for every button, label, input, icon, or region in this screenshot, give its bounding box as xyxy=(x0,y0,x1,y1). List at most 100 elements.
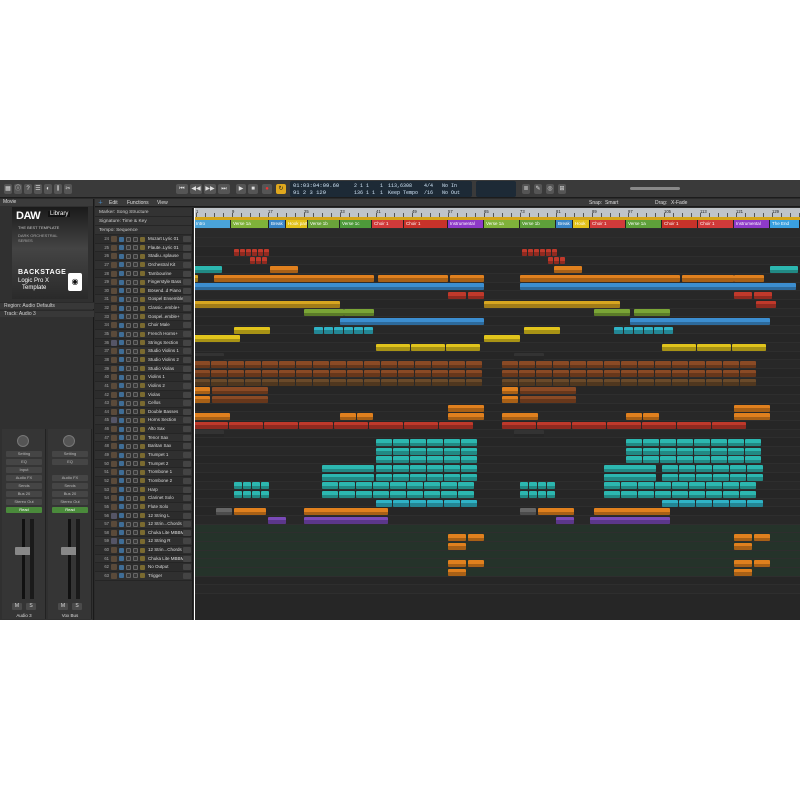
mute-button[interactable] xyxy=(126,271,131,277)
region[interactable] xyxy=(334,326,343,334)
mute-button[interactable] xyxy=(126,452,131,458)
functions-menu[interactable]: Functions xyxy=(127,199,149,207)
region[interactable] xyxy=(296,378,312,386)
volume-knob[interactable] xyxy=(183,305,191,312)
region[interactable] xyxy=(261,491,269,498)
region[interactable] xyxy=(258,248,263,256)
input-monitor-icon[interactable] xyxy=(140,305,145,311)
region[interactable] xyxy=(654,326,663,334)
solo-button[interactable] xyxy=(133,452,138,458)
input-monitor-icon[interactable] xyxy=(140,478,145,484)
region[interactable] xyxy=(689,482,705,490)
region[interactable] xyxy=(626,413,642,421)
marker[interactable]: Hook part xyxy=(286,220,308,228)
region[interactable] xyxy=(747,473,763,481)
solo-button[interactable] xyxy=(133,547,138,553)
region[interactable] xyxy=(441,491,457,498)
region[interactable] xyxy=(444,499,460,507)
mute-button[interactable] xyxy=(126,478,131,484)
region[interactable] xyxy=(393,473,409,481)
region[interactable] xyxy=(621,378,637,386)
mute-button[interactable] xyxy=(126,573,131,579)
solo-button[interactable] xyxy=(133,253,138,259)
region[interactable] xyxy=(502,413,538,421)
input-monitor-icon[interactable] xyxy=(140,271,145,277)
region[interactable] xyxy=(536,378,552,386)
region[interactable] xyxy=(449,369,465,377)
region[interactable] xyxy=(644,326,653,334)
region[interactable] xyxy=(630,318,770,325)
solo-button[interactable] xyxy=(133,288,138,294)
volume-knob[interactable] xyxy=(183,331,191,338)
region[interactable] xyxy=(554,257,559,265)
region[interactable] xyxy=(520,508,536,516)
region[interactable] xyxy=(655,369,671,377)
region[interactable] xyxy=(672,482,688,490)
mute-button[interactable] xyxy=(126,383,131,389)
region[interactable] xyxy=(444,473,460,481)
record-enable-icon[interactable] xyxy=(119,513,124,518)
region[interactable] xyxy=(638,491,654,498)
automation-read[interactable]: Read xyxy=(6,507,42,513)
marker[interactable]: Break xyxy=(269,220,286,228)
region[interactable] xyxy=(604,378,620,386)
input-monitor-icon[interactable] xyxy=(140,374,145,380)
region[interactable] xyxy=(538,508,574,516)
solo-button[interactable] xyxy=(133,530,138,536)
region[interactable] xyxy=(514,430,544,438)
track-header[interactable]: 41 Violins 2 xyxy=(95,381,192,391)
region[interactable] xyxy=(520,482,528,490)
solo-button[interactable] xyxy=(133,461,138,467)
region[interactable] xyxy=(378,274,448,282)
region[interactable] xyxy=(730,499,746,507)
region[interactable] xyxy=(194,413,230,421)
record-enable-icon[interactable] xyxy=(119,521,124,527)
region[interactable] xyxy=(732,343,766,351)
region[interactable] xyxy=(689,491,705,498)
region[interactable] xyxy=(662,499,678,507)
record-enable-icon[interactable] xyxy=(119,452,124,458)
mute-button[interactable] xyxy=(126,236,131,242)
region[interactable] xyxy=(245,369,261,377)
region[interactable] xyxy=(450,274,484,282)
region[interactable] xyxy=(369,421,403,429)
mute-button[interactable] xyxy=(126,357,131,363)
mute-button[interactable] xyxy=(126,374,131,380)
region[interactable] xyxy=(194,266,222,274)
region[interactable] xyxy=(330,369,346,377)
go-to-end-icon[interactable]: ⏭ xyxy=(218,184,230,194)
region[interactable] xyxy=(712,421,746,429)
region[interactable] xyxy=(448,413,484,421)
mute-button[interactable] xyxy=(126,435,131,441)
region[interactable] xyxy=(279,369,295,377)
track-header[interactable]: 29 Fingerstyle Bass xyxy=(95,278,192,287)
track-header[interactable]: 45 Horns Section xyxy=(95,416,192,426)
volume-knob[interactable] xyxy=(183,322,191,329)
marker[interactable]: Choir 1 xyxy=(372,220,404,228)
mute-button[interactable] xyxy=(126,331,131,337)
region[interactable] xyxy=(334,421,368,429)
region[interactable] xyxy=(448,534,466,542)
track-header[interactable]: 43 Cellos xyxy=(95,399,192,408)
gain-knob[interactable] xyxy=(63,435,75,447)
mute-button[interactable] xyxy=(126,556,131,562)
input-monitor-icon[interactable] xyxy=(140,253,145,259)
region[interactable] xyxy=(330,361,346,369)
track-header[interactable]: 51 Trombone 1 xyxy=(95,468,192,477)
region[interactable] xyxy=(740,491,756,498)
track-header[interactable]: 46 Alto Sax xyxy=(95,425,192,434)
mute-button[interactable] xyxy=(126,469,131,475)
region[interactable] xyxy=(696,473,712,481)
marker[interactable]: The End xyxy=(770,220,800,228)
mute-button[interactable] xyxy=(126,487,131,493)
arrange-area[interactable]: 1 9 17 25 33 41 49 57 65 73 81 89 97 105 113 121 129 Int… xyxy=(194,208,800,620)
region[interactable] xyxy=(404,421,438,429)
input-monitor-icon[interactable] xyxy=(140,288,145,294)
record-icon[interactable]: ● xyxy=(262,184,272,194)
region[interactable] xyxy=(587,369,603,377)
region[interactable] xyxy=(243,491,251,498)
region[interactable] xyxy=(754,534,770,542)
region[interactable] xyxy=(747,499,763,507)
region[interactable] xyxy=(444,447,460,455)
input-monitor-icon[interactable] xyxy=(140,538,145,544)
